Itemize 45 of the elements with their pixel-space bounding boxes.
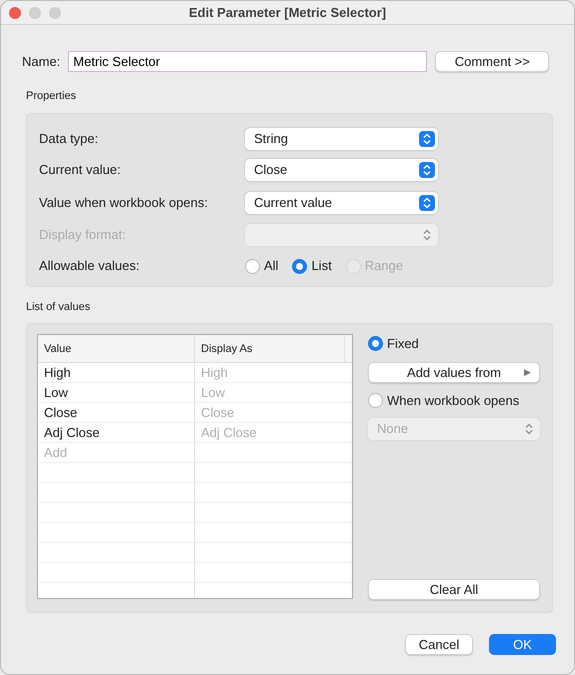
radio-button[interactable] (368, 392, 383, 408)
arrow-icon: ▶ (524, 362, 531, 382)
minimize-button[interactable] (29, 7, 41, 19)
field-label: Current value: (39, 161, 122, 180)
radio-label: When workbook opens (387, 392, 520, 410)
name-field[interactable]: Metric Selector (68, 51, 428, 72)
radio-label: All (264, 257, 278, 276)
dropdown[interactable]: Current value (245, 192, 438, 214)
cancel-button[interactable]: Cancel (405, 634, 473, 655)
radio-button[interactable] (292, 258, 308, 274)
table-cell-text: Adj Close (200, 424, 258, 442)
dropdown[interactable]: Close (245, 159, 438, 181)
dropdown-arrows-icon (419, 131, 435, 147)
dropdown: None (368, 418, 540, 440)
field-label: Data type: (39, 130, 100, 148)
table-cell-text: Low (200, 384, 226, 402)
dropdown[interactable]: String (245, 128, 438, 150)
close-window-button[interactable] (9, 7, 21, 19)
table-cell-text: Close (200, 404, 236, 422)
section-title: Properties (26, 89, 78, 104)
window-title: Edit Parameter [Metric Selector] (188, 4, 386, 22)
field-label: Value when workbook opens: (39, 194, 209, 212)
radio-button[interactable] (245, 258, 260, 274)
comment-button[interactable]: Comment >> (435, 51, 550, 72)
radio-label: Range (364, 257, 403, 276)
field-label: Display format: (39, 226, 127, 244)
field-label: Allowable values: (39, 257, 140, 276)
radio-button[interactable] (368, 336, 383, 352)
column-header: Display As (195, 335, 345, 363)
column-header: Value (38, 335, 195, 363)
table-cell: Adj Close (38, 423, 195, 442)
name-label: Name: (22, 52, 60, 71)
dropdown-arrows-icon (419, 194, 435, 210)
radio-label: Fixed (387, 335, 419, 353)
clear-all-button[interactable]: Clear All (368, 579, 540, 600)
table-cell: Close (38, 403, 195, 422)
dropdown-arrows-icon (419, 162, 435, 178)
radio-label: List (311, 257, 332, 276)
table-cell-text: High (200, 364, 229, 382)
zoom-button[interactable] (49, 7, 61, 19)
ok-button[interactable]: OK (489, 634, 556, 655)
add-values-button[interactable]: Add values from ▶ (368, 362, 540, 382)
table-cell: High (38, 363, 195, 382)
table-cell: Low (38, 383, 195, 402)
section-title: List of values (26, 300, 92, 314)
